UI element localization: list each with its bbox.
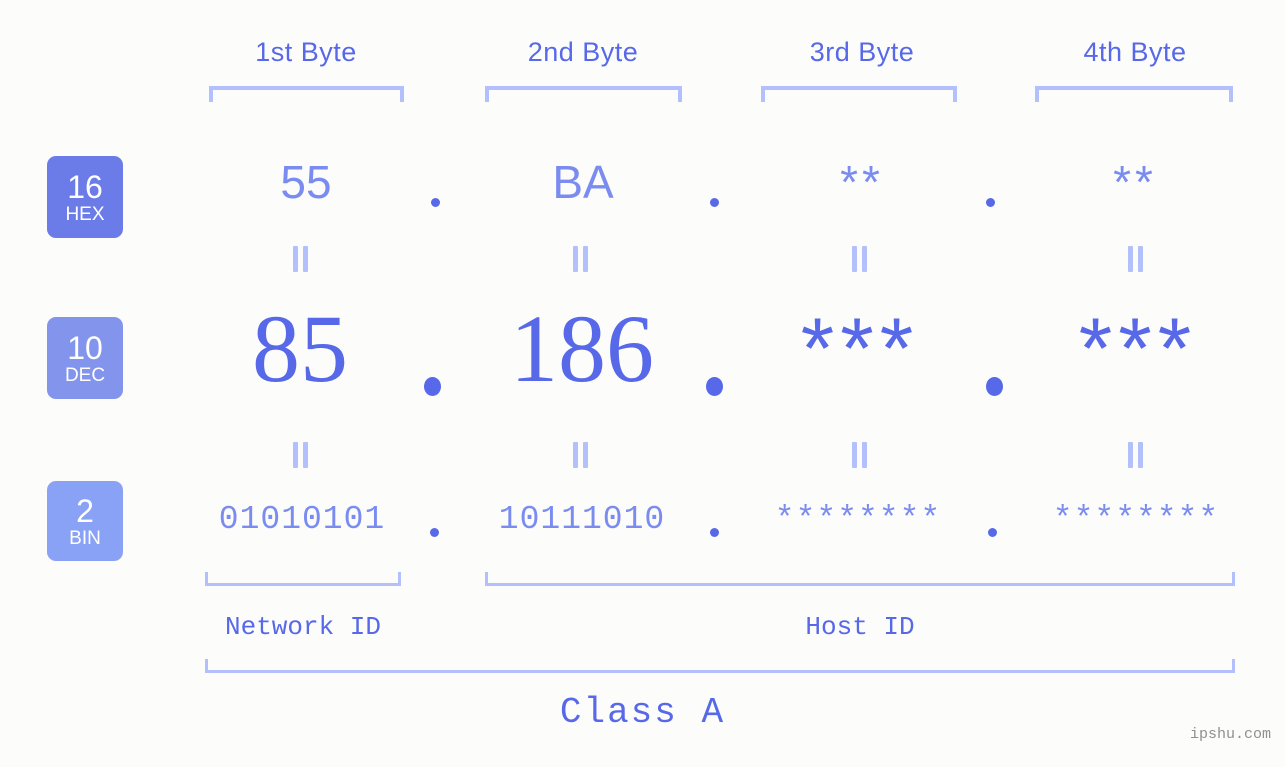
host-id-bracket: [485, 572, 1235, 586]
dec-byte-3: ***: [800, 301, 920, 397]
equals-mark-hex-dec-1: [292, 246, 310, 272]
hex-byte-2: BA: [552, 156, 614, 208]
equals-mark-dec-bin-3: [851, 442, 869, 468]
bin-byte-1: 01010101: [218, 501, 386, 538]
byte-header-1: 1st Byte: [255, 37, 357, 67]
class-label: Class A: [559, 692, 726, 733]
equals-mark-hex-dec-2: [572, 246, 590, 272]
dec-dot-2: [706, 377, 723, 396]
byte-header-2: 2nd Byte: [527, 37, 639, 67]
radix-badge-dec-name: DEC: [64, 364, 106, 386]
ip-address-breakdown-diagram: 1st Byte 2nd Byte 3rd Byte 4th Byte 16 H…: [0, 0, 1285, 767]
byte-bracket-1: [209, 86, 404, 102]
class-bracket: [205, 659, 1235, 673]
byte-bracket-3: [761, 86, 957, 102]
host-id-label: Host ID: [805, 612, 915, 642]
bin-dot-1: [430, 528, 439, 537]
hex-dot-2: [710, 198, 719, 207]
dec-dot-3: [986, 377, 1003, 396]
watermark: ipshu.com: [1189, 726, 1271, 743]
equals-mark-hex-dec-3: [851, 246, 869, 272]
hex-byte-3: **: [840, 156, 884, 208]
hex-dot-3: [986, 198, 995, 207]
hex-byte-1: 55: [280, 156, 332, 208]
radix-badge-hex-name: HEX: [65, 203, 105, 225]
bin-byte-3: ********: [774, 501, 942, 538]
radix-badge-dec: 10 DEC: [47, 317, 123, 399]
hex-dot-1: [431, 198, 440, 207]
byte-header-4: 4th Byte: [1083, 37, 1187, 67]
dec-byte-1: 85: [252, 295, 348, 402]
radix-badge-hex-number: 16: [67, 168, 103, 205]
network-id-bracket: [205, 572, 401, 586]
bin-byte-4: ********: [1052, 501, 1220, 538]
byte-bracket-4: [1035, 86, 1233, 102]
bin-byte-2: 10111010: [498, 501, 666, 538]
radix-badge-bin: 2 BIN: [47, 481, 123, 561]
bin-dot-3: [988, 528, 997, 537]
byte-bracket-2: [485, 86, 682, 102]
equals-mark-dec-bin-2: [572, 442, 590, 468]
radix-badge-bin-name: BIN: [69, 527, 101, 549]
dec-dot-1: [424, 377, 441, 396]
dec-byte-4: ***: [1078, 301, 1198, 397]
bin-dot-2: [710, 528, 719, 537]
radix-badge-bin-number: 2: [76, 492, 94, 529]
equals-mark-dec-bin-4: [1127, 442, 1145, 468]
equals-mark-dec-bin-1: [292, 442, 310, 468]
byte-header-3: 3rd Byte: [809, 37, 915, 67]
network-id-label: Network ID: [224, 612, 382, 642]
radix-badge-dec-number: 10: [67, 329, 103, 366]
dec-byte-2: 186: [510, 295, 654, 402]
equals-mark-hex-dec-4: [1127, 246, 1145, 272]
hex-byte-4: **: [1113, 156, 1157, 208]
radix-badge-hex: 16 HEX: [47, 156, 123, 238]
